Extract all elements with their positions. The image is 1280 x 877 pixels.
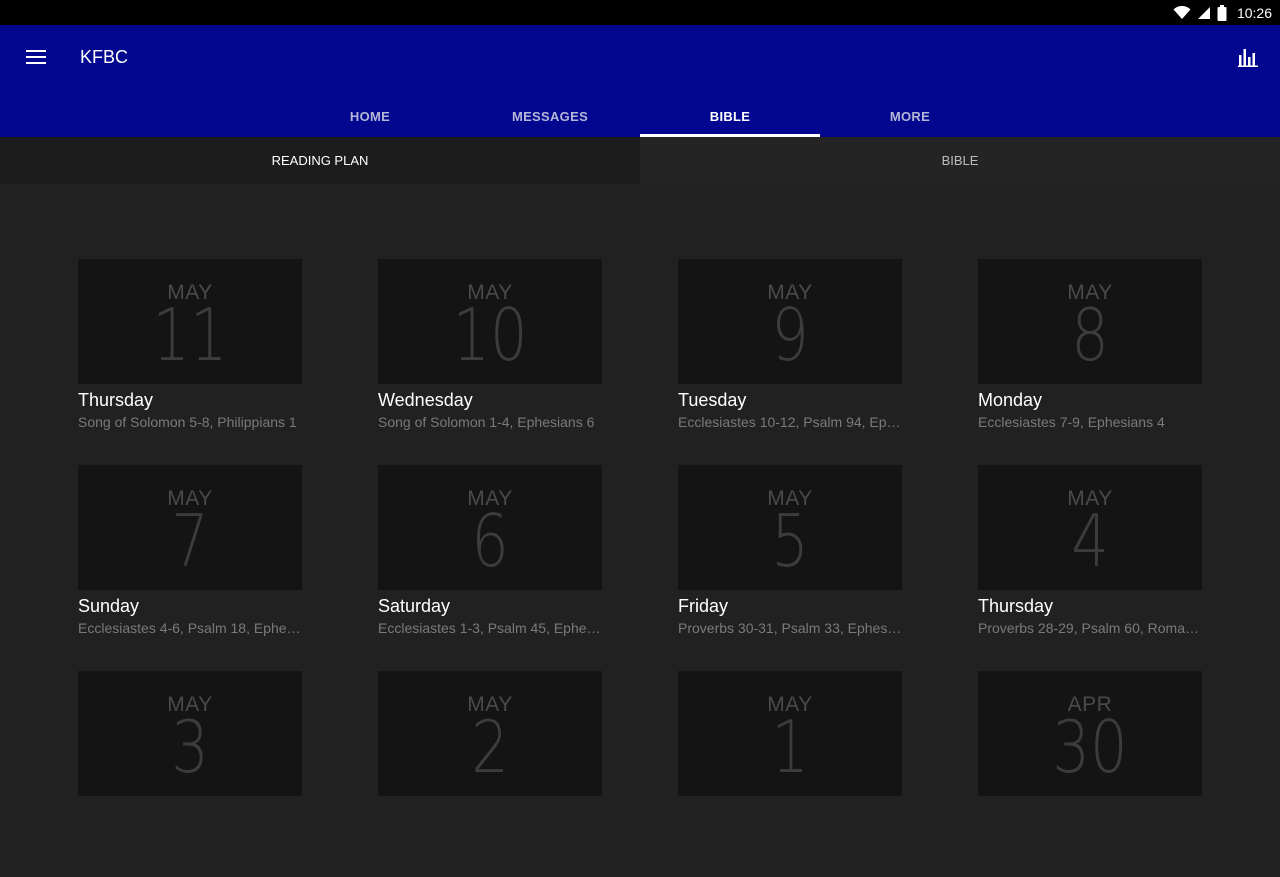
readings: Proverbs 30-31, Psalm 33, Ephesians 1 — [678, 620, 902, 636]
tile-day: 10 — [452, 293, 528, 377]
day-card[interactable]: APR 30 — [978, 671, 1202, 877]
weekday: Wednesday — [378, 390, 473, 410]
day-card[interactable]: MAY 3 — [78, 671, 302, 877]
wifi-icon — [1173, 5, 1191, 19]
day-card[interactable]: MAY 4 Thursday Proverbs 28-29, Psalm 60,… — [978, 465, 1202, 671]
equalizer-icon — [1238, 49, 1258, 67]
date-tile: MAY 11 — [78, 259, 302, 384]
readings: Proverbs 28-29, Psalm 60, Romans 16 — [978, 620, 1202, 636]
date-tile: APR 30 — [978, 671, 1202, 796]
day-card[interactable]: MAY 5 Friday Proverbs 30-31, Psalm 33, E… — [678, 465, 902, 671]
tab-more[interactable]: MORE — [820, 95, 1000, 137]
battery-icon — [1217, 4, 1227, 21]
readings: Ecclesiastes 10-12, Psalm 94, Ephesians … — [678, 414, 902, 430]
weekday: Thursday — [978, 596, 1054, 616]
main-tabs: HOME MESSAGES BIBLE MORE — [280, 95, 1000, 137]
weekday: Saturday — [378, 596, 451, 616]
status-bar: 10:26 — [0, 0, 1280, 25]
tile-day: 30 — [1052, 705, 1128, 789]
tile-day: 1 — [771, 705, 809, 789]
day-card[interactable]: MAY 10 Wednesday Song of Solomon 1-4, Ep… — [378, 259, 602, 465]
tab-messages[interactable]: MESSAGES — [460, 95, 640, 137]
subtab-bible[interactable]: BIBLE — [640, 137, 1280, 184]
weekday: Monday — [978, 390, 1043, 410]
tile-day: 9 — [771, 293, 809, 377]
cell-signal-icon — [1197, 6, 1210, 19]
tile-day: 6 — [471, 499, 509, 583]
date-tile: MAY 2 — [378, 671, 602, 796]
readings: Song of Solomon 1-4, Ephesians 6 — [378, 414, 595, 430]
tile-day: 5 — [771, 499, 809, 583]
now-playing-button[interactable] — [1234, 41, 1262, 73]
readings: Song of Solomon 5-8, Philippians 1 — [78, 414, 297, 430]
sub-tabs: READING PLAN BIBLE — [0, 137, 1280, 184]
day-card[interactable]: MAY 2 — [378, 671, 602, 877]
date-tile: MAY 9 — [678, 259, 902, 384]
day-card[interactable]: MAY 9 Tuesday Ecclesiastes 10-12, Psalm … — [678, 259, 902, 465]
tile-day: 4 — [1071, 499, 1109, 583]
tab-bible[interactable]: BIBLE — [640, 95, 820, 137]
readings: Ecclesiastes 4-6, Psalm 18, Ephesians 3 — [78, 620, 302, 636]
date-tile: MAY 1 — [678, 671, 902, 796]
weekday: Sunday — [78, 596, 140, 616]
menu-button[interactable] — [18, 41, 54, 73]
readings: Ecclesiastes 1-3, Psalm 45, Ephesians 2 — [378, 620, 602, 636]
day-card[interactable]: MAY 8 Monday Ecclesiastes 7-9, Ephesians… — [978, 259, 1202, 465]
app-bar: KFBC HOME MESSAGES BIBLE MORE — [0, 25, 1280, 137]
tile-day: 8 — [1071, 293, 1109, 377]
reading-plan-grid: MAY 11 Thursday Song of Solomon 5-8, Phi… — [78, 259, 1202, 877]
hamburger-icon — [26, 50, 46, 64]
date-tile: MAY 6 — [378, 465, 602, 590]
status-time: 10:26 — [1236, 4, 1272, 21]
subtab-reading-plan[interactable]: READING PLAN — [0, 137, 640, 184]
date-tile: MAY 7 — [78, 465, 302, 590]
tile-day: 7 — [171, 499, 209, 583]
weekday: Thursday — [78, 390, 154, 410]
date-tile: MAY 4 — [978, 465, 1202, 590]
tile-day: 2 — [471, 705, 509, 789]
date-tile: MAY 10 — [378, 259, 602, 384]
date-tile: MAY 8 — [978, 259, 1202, 384]
tab-home[interactable]: HOME — [280, 95, 460, 137]
readings: Ecclesiastes 7-9, Ephesians 4 — [978, 414, 1165, 430]
day-card[interactable]: MAY 6 Saturday Ecclesiastes 1-3, Psalm 4… — [378, 465, 602, 671]
app-title: KFBC — [80, 47, 129, 67]
tile-day: 3 — [171, 705, 209, 789]
day-card[interactable]: MAY 7 Sunday Ecclesiastes 4-6, Psalm 18,… — [78, 465, 302, 671]
day-card[interactable]: MAY 11 Thursday Song of Solomon 5-8, Phi… — [78, 259, 302, 465]
date-tile: MAY 3 — [78, 671, 302, 796]
tile-day: 11 — [152, 293, 228, 377]
weekday: Friday — [678, 596, 729, 616]
day-card[interactable]: MAY 1 — [678, 671, 902, 877]
date-tile: MAY 5 — [678, 465, 902, 590]
weekday: Tuesday — [678, 390, 747, 410]
